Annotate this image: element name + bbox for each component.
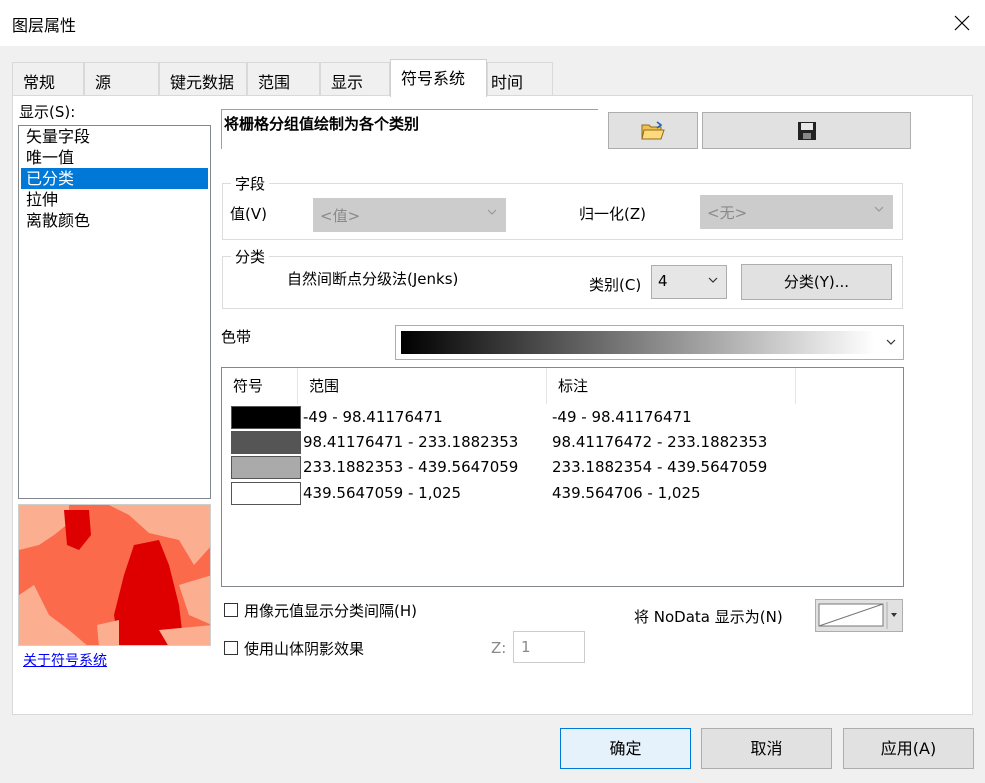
chevron-down-icon <box>487 209 497 215</box>
table-row[interactable]: -49 - 98.41176471 -49 - 98.41176471 <box>222 406 903 431</box>
title-bar: 图层属性 <box>0 0 985 46</box>
range-cell: 439.5647059 - 1,025 <box>303 484 462 502</box>
close-icon <box>954 15 970 31</box>
tab-time[interactable]: 时间 <box>487 62 553 96</box>
tab-symbology[interactable]: 符号系统 <box>390 59 487 97</box>
normalization-label: 归一化(Z) <box>579 205 646 223</box>
classify-button[interactable]: 分类(Y)... <box>741 264 892 300</box>
list-item[interactable]: 拉伸 <box>21 189 208 210</box>
symbol-swatch[interactable] <box>231 456 301 479</box>
normalization-select-text: <无> <box>707 204 748 222</box>
column-header-range[interactable]: 范围 <box>298 368 547 404</box>
list-item[interactable]: 已分类 <box>21 168 208 189</box>
table-row[interactable]: 233.1882353 - 439.5647059 233.1882354 - … <box>222 456 903 481</box>
label-cell: -49 - 98.41176471 <box>552 408 692 426</box>
symbol-swatch[interactable] <box>231 431 301 454</box>
color-ramp-label: 色带 <box>221 328 252 346</box>
tab-display[interactable]: 显示 <box>320 62 390 96</box>
hillshade-label[interactable]: 使用山体阴影效果 <box>244 638 364 659</box>
chevron-down-icon <box>874 206 884 212</box>
classification-method: 自然间断点分级法(Jenks) <box>287 270 459 288</box>
range-cell: 98.41176471 - 233.1882353 <box>303 433 519 451</box>
save-symbology-button[interactable] <box>702 112 911 149</box>
show-label: 显示(S): <box>19 103 76 121</box>
normalization-select[interactable]: <无> <box>700 195 893 229</box>
tab-general[interactable]: 常规 <box>12 62 84 96</box>
save-disk-icon <box>797 122 816 140</box>
symbol-swatch[interactable] <box>231 406 301 429</box>
cancel-button[interactable]: 取消 <box>701 728 832 769</box>
z-factor-input[interactable]: 1 <box>513 631 585 663</box>
about-symbology-link[interactable]: 关于符号系统 <box>23 650 107 670</box>
nodata-swatch-icon <box>818 602 897 629</box>
list-item[interactable]: 矢量字段 <box>21 126 208 147</box>
symbology-panel: 显示(S): 矢量字段 唯一值 已分类 拉伸 离散颜色 关于符号系统 将栅格分组… <box>12 95 973 715</box>
dropdown-arrow-icon <box>891 613 897 617</box>
tab-extent[interactable]: 范围 <box>247 62 320 96</box>
list-item[interactable]: 离散颜色 <box>21 210 208 231</box>
tab-source[interactable]: 源 <box>84 62 159 96</box>
classes-select[interactable]: 4 <box>651 265 727 299</box>
range-cell: 233.1882353 - 439.5647059 <box>303 458 519 476</box>
label-cell: 439.564706 - 1,025 <box>552 484 701 502</box>
value-select-text: <值> <box>320 207 361 225</box>
show-class-breaks-checkbox[interactable] <box>224 603 238 617</box>
label-cell: 233.1882354 - 439.5647059 <box>552 458 768 476</box>
show-class-breaks-label[interactable]: 用像元值显示分类间隔(H) <box>244 600 417 621</box>
range-cell: -49 - 98.41176471 <box>303 408 443 426</box>
field-group-title: 字段 <box>231 173 270 194</box>
symbology-preview-image <box>18 504 211 646</box>
list-item[interactable]: 唯一值 <box>21 147 208 168</box>
color-ramp-gradient <box>401 331 875 354</box>
value-label: 值(V) <box>230 205 267 223</box>
column-header-label[interactable]: 标注 <box>547 368 796 404</box>
z-factor-label: Z: <box>491 639 507 657</box>
tab-key-metadata[interactable]: 键元数据 <box>159 62 247 96</box>
class-table[interactable]: 符号 范围 标注 -49 - 98.41176471 -49 - 98.4117… <box>221 367 904 587</box>
color-ramp-select[interactable] <box>395 325 904 360</box>
table-row[interactable]: 98.41176471 - 233.1882353 98.41176472 - … <box>222 431 903 456</box>
classes-select-text: 4 <box>658 272 668 290</box>
hillshade-checkbox[interactable] <box>224 641 238 655</box>
show-listbox[interactable]: 矢量字段 唯一值 已分类 拉伸 离散颜色 <box>18 125 211 499</box>
renderer-description: 将栅格分组值绘制为各个类别 <box>221 109 598 149</box>
window-title: 图层属性 <box>12 16 77 35</box>
symbol-swatch[interactable] <box>231 482 301 505</box>
value-select[interactable]: <值> <box>313 198 506 232</box>
nodata-label: 将 NoData 显示为(N) <box>634 608 783 626</box>
chevron-down-icon <box>886 339 896 345</box>
classification-group-title: 分类 <box>231 246 270 267</box>
close-button[interactable] <box>939 0 985 46</box>
classes-label: 类别(C) <box>589 276 642 294</box>
table-row[interactable]: 439.5647059 - 1,025 439.564706 - 1,025 <box>222 482 903 507</box>
open-folder-icon <box>641 121 665 140</box>
column-header-symbol[interactable]: 符号 <box>222 368 298 404</box>
chevron-down-icon <box>708 277 718 283</box>
nodata-color-button[interactable] <box>815 599 903 632</box>
ok-button[interactable]: 确定 <box>560 728 691 769</box>
label-cell: 98.41176472 - 233.1882353 <box>552 433 768 451</box>
open-symbology-button[interactable] <box>608 112 698 149</box>
apply-button[interactable]: 应用(A) <box>843 728 974 769</box>
